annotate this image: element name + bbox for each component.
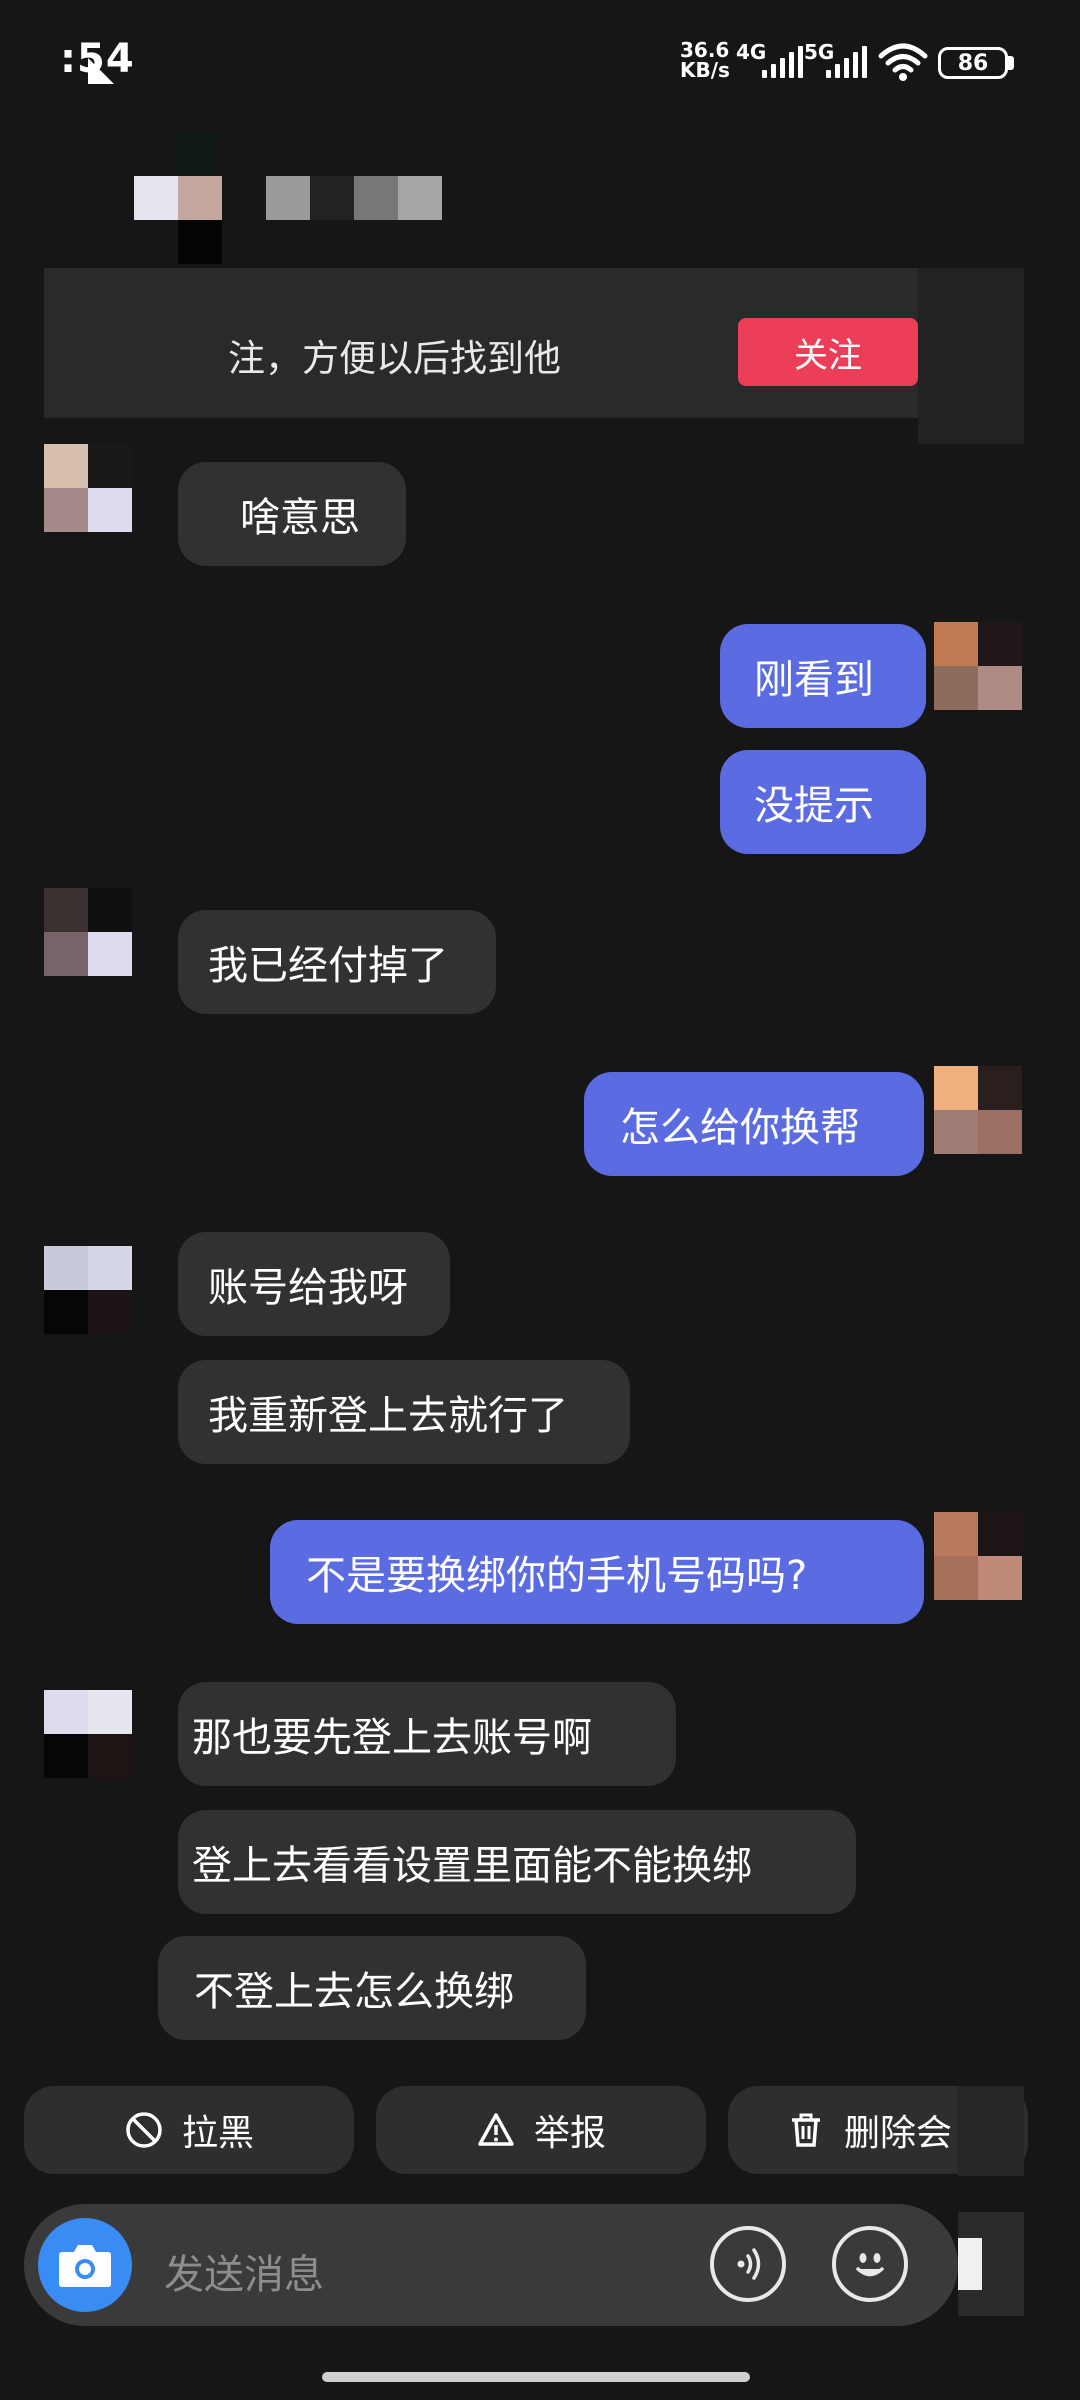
message-outgoing[interactable]: 怎么给你换帮 <box>584 1072 924 1176</box>
contact-avatar[interactable] <box>44 1246 132 1334</box>
camera-icon <box>59 2245 111 2287</box>
message-incoming[interactable]: 那也要先登上去账号啊 <box>178 1682 676 1786</box>
message-incoming[interactable]: 登上去看看设置里面能不能换绑 <box>178 1810 856 1914</box>
net-speed-value: 36.6 <box>680 38 730 62</box>
my-avatar[interactable] <box>934 1512 1022 1600</box>
camera-button[interactable] <box>38 2218 132 2312</box>
message-incoming[interactable]: 我重新登上去就行了 <box>178 1360 630 1464</box>
follow-button[interactable]: 关注 <box>738 318 918 386</box>
wifi-icon <box>878 43 928 81</box>
message-text: 刚看到 <box>754 657 874 703</box>
action-overflow-pixel <box>958 2086 1024 2176</box>
message-text: 不登上去怎么换绑 <box>194 1969 514 2015</box>
trash-icon <box>792 2113 820 2147</box>
warning-icon <box>478 2113 514 2146</box>
message-text: 那也要先登上去账号啊 <box>192 1715 592 1761</box>
message-incoming[interactable]: 我已经付掉了 <box>178 910 496 1014</box>
delete-chat-label: 删除会 <box>844 2113 953 2154</box>
message-text: 没提示 <box>754 783 874 829</box>
message-text: 我重新登上去就行了 <box>208 1393 568 1439</box>
message-input[interactable]: 发送消息 <box>164 2242 324 2300</box>
message-text: 不是要换绑你的手机号码吗? <box>306 1553 808 1599</box>
message-outgoing[interactable]: 没提示 <box>720 750 926 854</box>
contact-avatar[interactable] <box>44 1690 132 1778</box>
battery-tip <box>1008 56 1014 70</box>
message-incoming[interactable]: 账号给我呀 <box>178 1232 450 1336</box>
contact-avatar[interactable] <box>44 888 132 976</box>
report-button[interactable]: 举报 <box>376 2086 706 2174</box>
signal-5g-icon <box>826 46 870 78</box>
emoji-button[interactable] <box>832 2226 908 2302</box>
net-speed-unit: KB/s <box>680 58 730 82</box>
message-text: 登上去看看设置里面能不能换绑 <box>192 1843 752 1889</box>
home-indicator[interactable] <box>322 2372 750 2382</box>
message-outgoing[interactable]: 刚看到 <box>720 624 926 728</box>
composer-overflow-pixel <box>958 2212 1024 2316</box>
message-outgoing[interactable]: 不是要换绑你的手机号码吗? <box>270 1520 924 1624</box>
message-text: 账号给我呀 <box>208 1265 408 1311</box>
battery-indicator: 86 <box>938 47 1008 79</box>
message-text: 啥意思 <box>240 495 360 541</box>
net-speed: 36.6 KB/s <box>680 40 730 80</box>
notification-icon <box>88 58 114 84</box>
follow-banner-text: 注，方便以后找到他 <box>228 337 561 380</box>
report-label: 举报 <box>533 2113 606 2154</box>
block-icon <box>126 2112 162 2148</box>
block-label: 拉黑 <box>181 2113 254 2154</box>
message-incoming[interactable]: 不登上去怎么换绑 <box>158 1936 586 2040</box>
chat-header-pixelated[interactable] <box>134 132 454 264</box>
my-avatar[interactable] <box>934 622 1022 710</box>
block-button[interactable]: 拉黑 <box>24 2086 354 2174</box>
voice-button[interactable] <box>710 2226 786 2302</box>
signal-4g-icon <box>762 46 803 78</box>
my-avatar[interactable] <box>934 1066 1022 1154</box>
message-incoming[interactable]: 啥意思 <box>178 462 406 566</box>
voice-icon <box>737 2248 761 2280</box>
status-bar: :54 36.6 KB/s 4G 5G 86 <box>0 0 1080 120</box>
message-text: 我已经付掉了 <box>208 943 448 989</box>
message-text: 怎么给你换帮 <box>620 1105 860 1151</box>
contact-avatar[interactable] <box>44 444 132 532</box>
emoji-icon <box>856 2253 884 2277</box>
banner-right-strip <box>918 268 1024 444</box>
